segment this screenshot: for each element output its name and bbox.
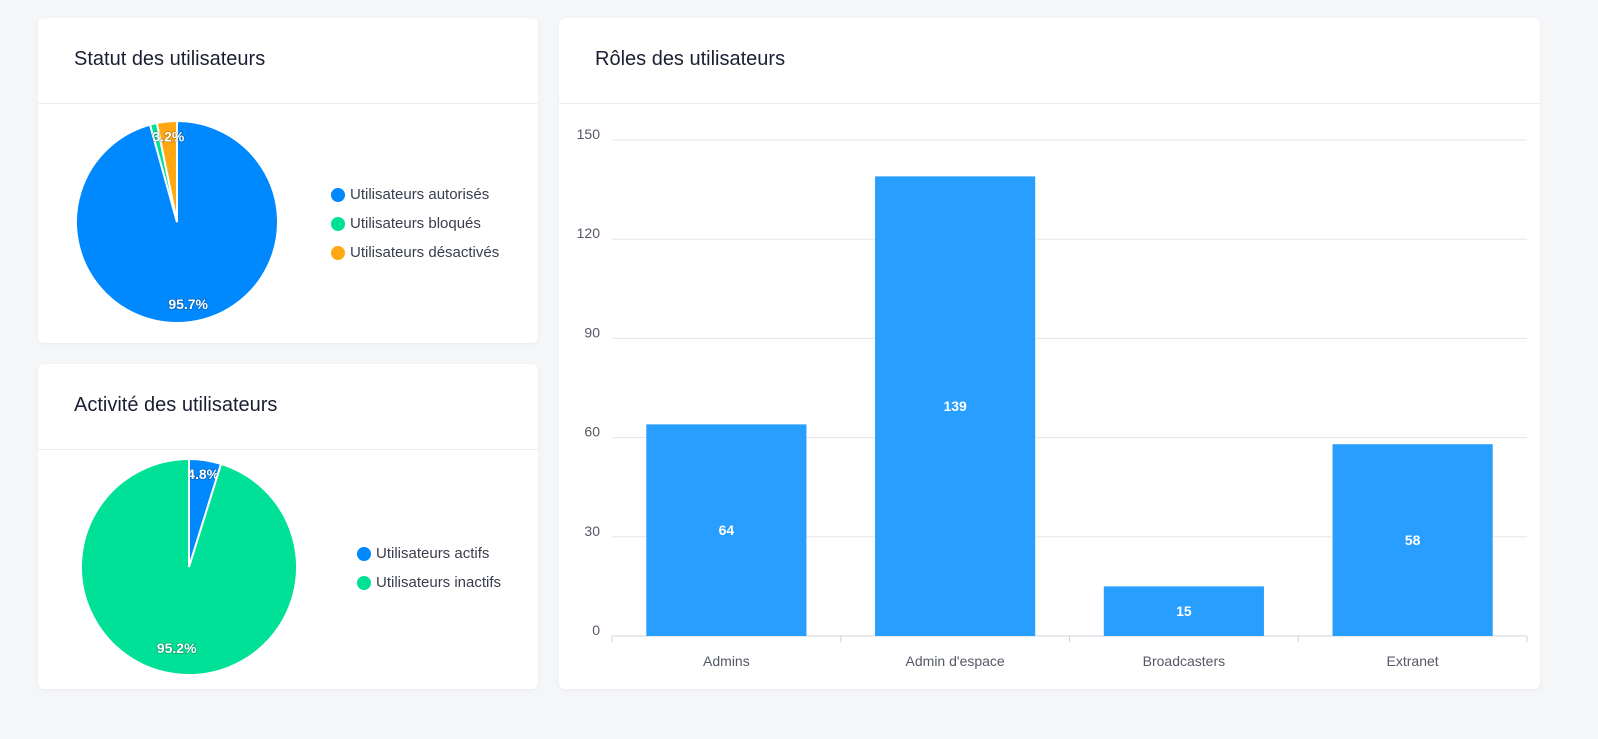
y-tick-label: 150 xyxy=(577,126,601,142)
legend-dot-icon xyxy=(357,575,371,590)
y-tick-label: 0 xyxy=(592,622,600,638)
legend-item-authorized[interactable]: Utilisateurs autorisés xyxy=(331,180,499,209)
y-tick-label: 90 xyxy=(584,324,600,340)
bar-value-label: 64 xyxy=(719,522,735,538)
y-tick-label: 120 xyxy=(577,225,601,241)
legend-dot-icon xyxy=(357,546,371,561)
legend-item-active[interactable]: Utilisateurs actifs xyxy=(357,539,501,568)
legend-dot-icon xyxy=(331,187,345,202)
user-status-card: Statut des utilisateurs 95.7% 3.2% Utilis… xyxy=(38,18,538,343)
x-tick-label: Admin d'espace xyxy=(906,653,1005,669)
x-tick-label: Broadcasters xyxy=(1143,653,1225,669)
legend-dot-icon xyxy=(331,245,345,260)
x-tick-label: Admins xyxy=(703,653,750,669)
pie-slice-label: 3.2% xyxy=(152,128,184,144)
legend-item-inactive[interactable]: Utilisateurs inactifs xyxy=(357,568,501,597)
pie-slice-label: 4.8% xyxy=(187,466,219,482)
bar-value-label: 15 xyxy=(1176,603,1192,619)
user-status-legend: Utilisateurs autorisés Utilisateurs bloq… xyxy=(331,180,499,267)
y-tick-label: 60 xyxy=(584,424,600,440)
user-activity-legend: Utilisateurs actifs Utilisateurs inactif… xyxy=(357,539,501,597)
legend-label: Utilisateurs bloqués xyxy=(350,215,481,232)
legend-item-deactivated[interactable]: Utilisateurs désactivés xyxy=(331,238,499,267)
legend-label: Utilisateurs autorisés xyxy=(350,186,490,203)
legend-item-blocked[interactable]: Utilisateurs bloqués xyxy=(331,209,499,238)
bar-value-label: 139 xyxy=(943,398,967,414)
legend-label: Utilisateurs actifs xyxy=(376,545,490,562)
user-activity-card: Activité des utilisateurs 4.8% 95.2% Util… xyxy=(38,364,538,689)
y-tick-label: 30 xyxy=(584,523,600,539)
x-tick-label: Extranet xyxy=(1387,653,1439,669)
legend-label: Utilisateurs désactivés xyxy=(350,244,500,261)
pie-slice-label: 95.2% xyxy=(157,640,197,656)
pie-slice-label: 95.7% xyxy=(168,296,208,312)
user-activity-pie-chart: 4.8% 95.2% xyxy=(80,457,298,676)
user-roles-card: Rôles des utilisateurs 0 30 60 90 120 150 64 Ad… xyxy=(559,18,1540,689)
user-roles-bar-chart: 0 30 60 90 120 150 64 Admins 139 Admin d'espace 15… xyxy=(577,126,1528,669)
legend-dot-icon xyxy=(331,216,345,231)
bar-value-label: 58 xyxy=(1405,532,1421,548)
legend-label: Utilisateurs inactifs xyxy=(376,574,502,591)
